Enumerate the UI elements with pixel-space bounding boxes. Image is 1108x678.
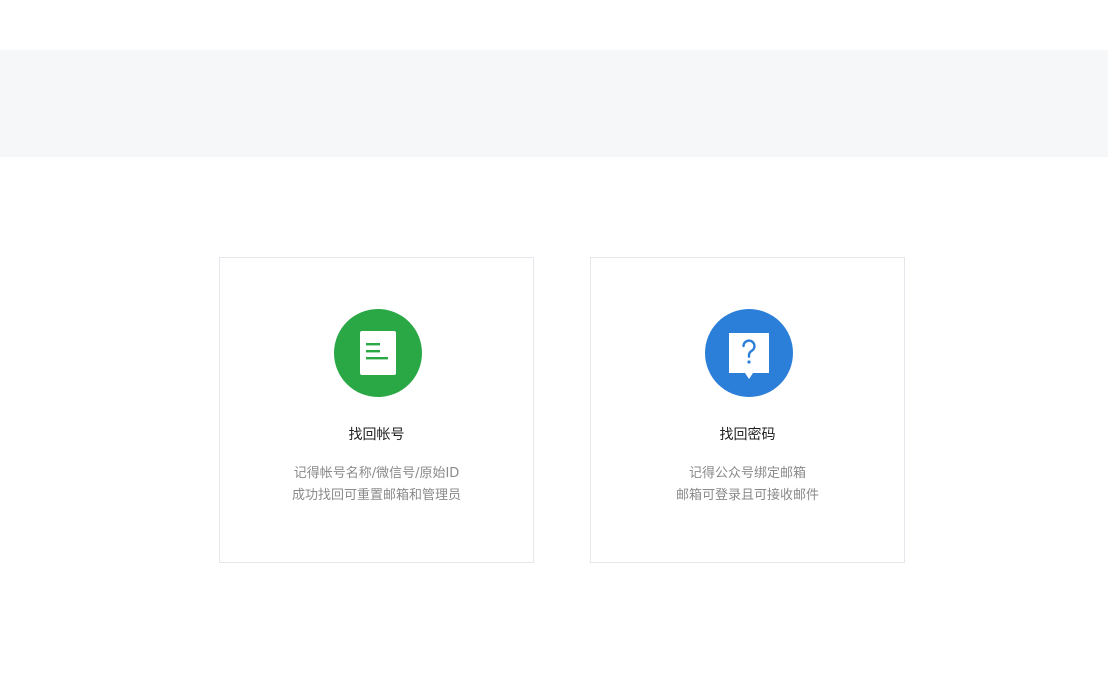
card-description-line: 邮箱可登录且可接收邮件 xyxy=(675,488,819,503)
document-icon xyxy=(334,309,422,397)
question-bubble-icon xyxy=(705,309,793,397)
card-description-line: 成功找回可重置邮箱和管理员 xyxy=(291,488,461,503)
recover-password-card[interactable]: 找回密码 记得公众号绑定邮箱 邮箱可登录且可接收邮件 xyxy=(590,257,905,563)
card-title: 找回密码 xyxy=(719,427,776,443)
card-description-line: 记得帐号名称/微信号/原始ID xyxy=(293,466,460,481)
page: 找回帐号 记得帐号名称/微信号/原始ID 成功找回可重置邮箱和管理员 找回密码 … xyxy=(0,0,1108,678)
card-description: 记得帐号名称/微信号/原始ID 成功找回可重置邮箱和管理员 xyxy=(220,463,533,507)
card-description-line: 记得公众号绑定邮箱 xyxy=(688,466,806,481)
recover-account-card[interactable]: 找回帐号 记得帐号名称/微信号/原始ID 成功找回可重置邮箱和管理员 xyxy=(219,257,534,563)
card-title: 找回帐号 xyxy=(348,427,405,443)
top-bar xyxy=(0,0,1108,50)
card-description: 记得公众号绑定邮箱 邮箱可登录且可接收邮件 xyxy=(591,463,904,507)
banner xyxy=(0,50,1108,157)
